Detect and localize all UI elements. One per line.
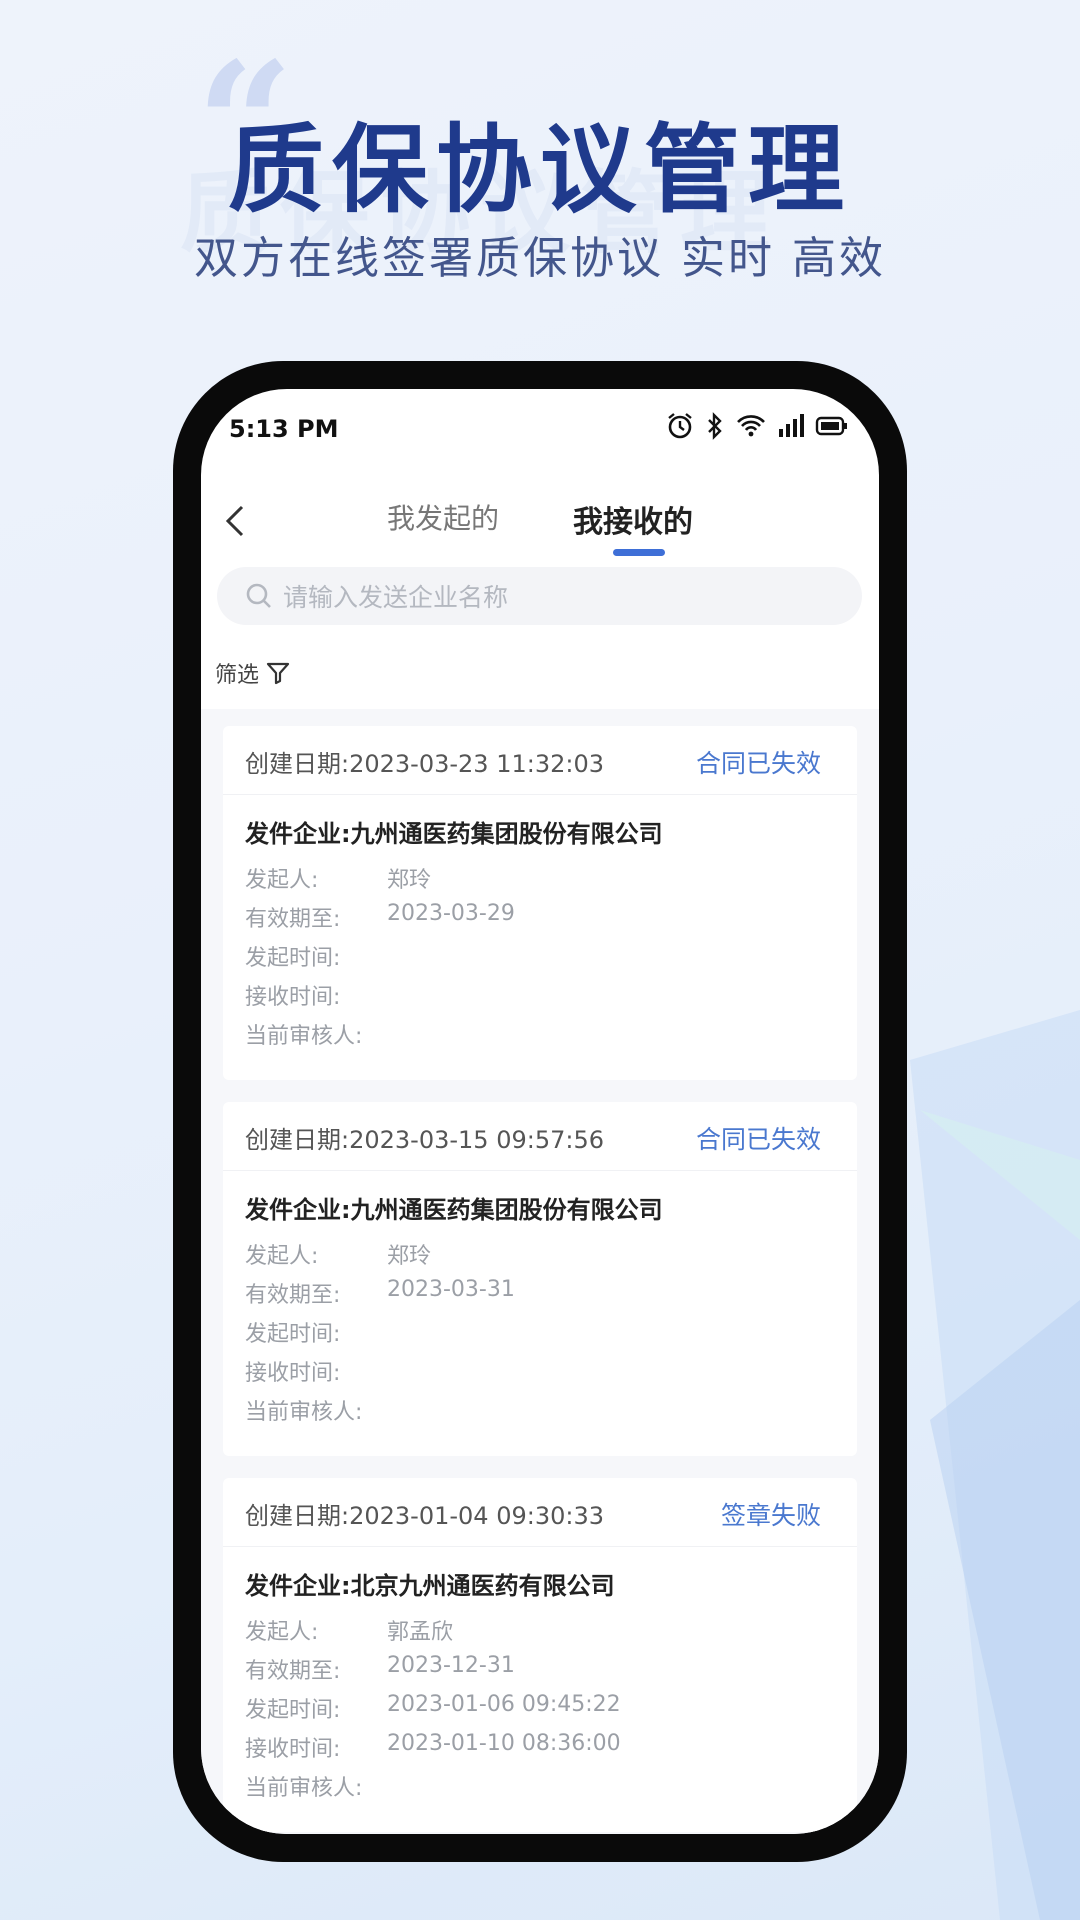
nav-bar: 我发起的 我接收的 — [201, 489, 879, 569]
field-value: 郑玲 — [387, 868, 432, 893]
back-button[interactable] — [215, 499, 255, 543]
active-tab-indicator — [613, 549, 665, 556]
field-label: 有效期至: — [245, 1659, 341, 1684]
battery-icon — [815, 411, 849, 441]
hero-subtitle: 双方在线签署质保协议 实时 高效 — [194, 233, 886, 284]
agreement-card[interactable]: 创建日期:2023-01-04 09:30:33 签章失败 发件企业:北京九州通… — [223, 1478, 857, 1832]
card-status: 合同已失效 — [695, 749, 821, 778]
card-header: 创建日期:2023-01-04 09:30:33 签章失败 — [223, 1478, 857, 1547]
field-label: 接收时间: — [245, 985, 341, 1010]
field-value: 2023-01-06 09:45:22 — [387, 1692, 621, 1717]
wifi-icon — [735, 411, 767, 441]
chevron-left-icon — [225, 505, 244, 537]
phone-screen: 5:13 PM 我发起的 我接收的 请输入发送企业名称 筛选 创建日期:2023… — [201, 389, 879, 1834]
field-label: 当前审核人: — [245, 1776, 363, 1801]
status-icons — [665, 411, 849, 441]
field-value: 2023-03-29 — [387, 901, 515, 926]
hero-title: 质保协议管理 — [228, 114, 852, 226]
field-label: 发起时间: — [245, 1322, 341, 1347]
card-company: 发件企业:北京九州通医药有限公司 — [245, 1572, 615, 1600]
card-header: 创建日期:2023-03-15 09:57:56 合同已失效 — [223, 1102, 857, 1171]
field-label: 当前审核人: — [245, 1400, 363, 1425]
field-label: 发起人: — [245, 868, 319, 893]
card-status: 合同已失效 — [695, 1125, 821, 1154]
card-created-date: 创建日期:2023-03-15 09:57:56 — [245, 1126, 604, 1154]
field-label: 当前审核人: — [245, 1024, 363, 1049]
field-label: 有效期至: — [245, 907, 341, 932]
search-bar[interactable]: 请输入发送企业名称 — [217, 567, 862, 625]
card-created-date: 创建日期:2023-03-23 11:32:03 — [245, 750, 604, 778]
card-status: 签章失败 — [720, 1501, 821, 1530]
card-company: 发件企业:九州通医药集团股份有限公司 — [245, 820, 663, 848]
card-created-date: 创建日期:2023-01-04 09:30:33 — [245, 1502, 604, 1530]
card-header: 创建日期:2023-03-23 11:32:03 合同已失效 — [223, 726, 857, 795]
alarm-icon — [665, 411, 695, 441]
agreement-card[interactable]: 创建日期:2023-03-23 11:32:03 合同已失效 发件企业:九州通医… — [223, 726, 857, 1080]
agreement-list: 创建日期:2023-03-23 11:32:03 合同已失效 发件企业:九州通医… — [201, 709, 879, 1834]
search-icon — [245, 582, 273, 610]
card-company: 发件企业:九州通医药集团股份有限公司 — [245, 1196, 663, 1224]
field-label: 发起时间: — [245, 1698, 341, 1723]
field-label: 接收时间: — [245, 1737, 341, 1762]
status-bar: 5:13 PM — [201, 389, 879, 469]
field-label: 接收时间: — [245, 1361, 341, 1386]
filter-icon — [266, 662, 290, 685]
field-label: 发起时间: — [245, 946, 341, 971]
status-time: 5:13 PM — [229, 415, 339, 443]
field-value: 郭孟欣 — [387, 1620, 454, 1645]
tab-received[interactable]: 我接收的 — [573, 497, 693, 541]
signal-icon — [777, 411, 805, 441]
filter-label: 筛选 — [215, 663, 260, 688]
field-label: 发起人: — [245, 1620, 319, 1645]
field-label: 发起人: — [245, 1244, 319, 1269]
field-label: 有效期至: — [245, 1283, 341, 1308]
field-value: 郑玲 — [387, 1244, 432, 1269]
filter-button[interactable]: 筛选 — [215, 657, 291, 689]
field-value: 2023-03-31 — [387, 1277, 515, 1302]
search-input[interactable]: 请输入发送企业名称 — [283, 578, 508, 614]
agreement-card[interactable]: 创建日期:2023-03-15 09:57:56 合同已失效 发件企业:九州通医… — [223, 1102, 857, 1456]
field-value: 2023-12-31 — [387, 1653, 515, 1678]
bluetooth-icon — [705, 411, 725, 441]
phone-frame: 5:13 PM 我发起的 我接收的 请输入发送企业名称 筛选 创建日期:2023… — [173, 361, 907, 1862]
field-value: 2023-01-10 08:36:00 — [387, 1731, 621, 1756]
tab-initiated[interactable]: 我发起的 — [387, 497, 499, 537]
